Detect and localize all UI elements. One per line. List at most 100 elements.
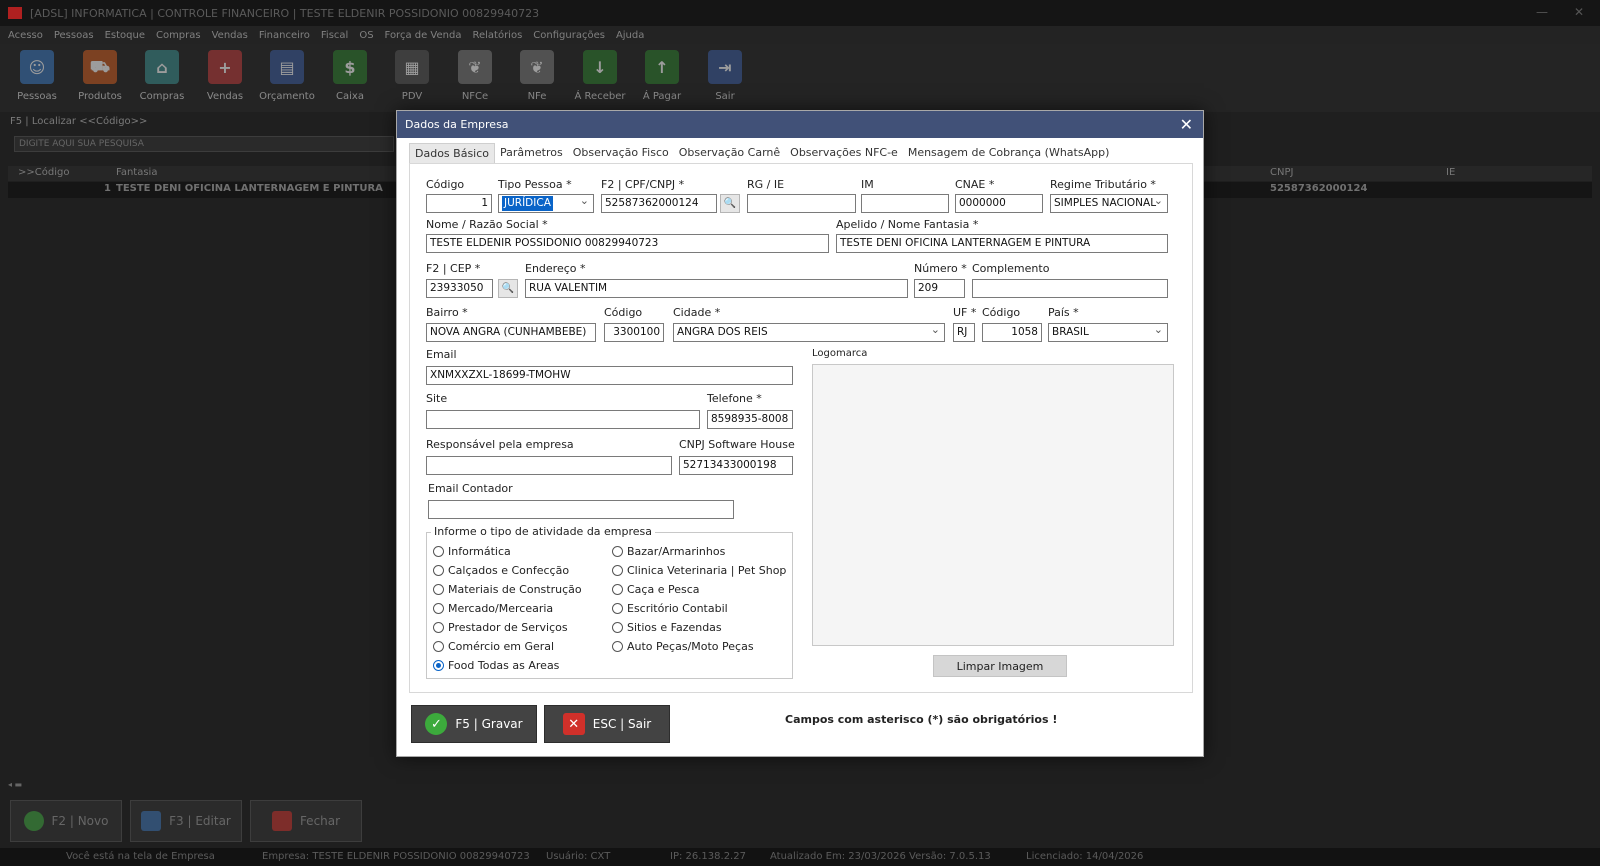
numero-field[interactable]: 209 (914, 279, 965, 298)
dialog-close-icon[interactable]: ✕ (1180, 115, 1193, 134)
dados-basico-panel: Código 1 Tipo Pessoa * JURÍDICA F2 | CPF… (409, 163, 1193, 693)
col-fantasia[interactable]: Fantasia (116, 167, 157, 178)
responsavel-field[interactable] (426, 456, 672, 475)
tab-parametros[interactable]: Parâmetros (495, 143, 568, 163)
radio-prestador[interactable]: Prestador de Serviços (433, 621, 568, 634)
col-cnpj[interactable]: CNPJ (1270, 167, 1293, 178)
cart-icon: ⛟ (83, 50, 117, 84)
radio-calcados[interactable]: Calçados e Confecção (433, 564, 569, 577)
toolbar-sair[interactable]: ⇥ Sair (694, 50, 756, 102)
uf-field[interactable]: RJ (953, 323, 975, 342)
radio-mercado[interactable]: Mercado/Mercearia (433, 602, 553, 615)
email-contador-field[interactable] (428, 500, 734, 519)
toolbar-pdv[interactable]: ▦ PDV (381, 50, 443, 102)
cnpj-software-field[interactable]: 52713433000198 (679, 456, 793, 475)
complemento-field[interactable] (972, 279, 1168, 298)
radio-sitios[interactable]: Sitios e Fazendas (612, 621, 722, 634)
toolbar-nfce[interactable]: ❦ NFCe (444, 50, 506, 102)
site-field[interactable] (426, 410, 700, 429)
tab-dados-basico[interactable]: Dados Básico (409, 143, 496, 163)
radio-veterinaria[interactable]: Clinica Veterinaria | Pet Shop (612, 564, 786, 577)
radio-comercio[interactable]: Comércio em Geral (433, 640, 554, 653)
menu-compras[interactable]: Compras (156, 30, 201, 41)
complemento-label: Complemento (972, 262, 1050, 275)
cidade-select[interactable]: ANGRA DOS REIS (673, 323, 945, 342)
tipo-pessoa-select[interactable]: JURÍDICA (498, 194, 594, 213)
sair-button[interactable]: ✕ ESC | Sair (544, 705, 670, 743)
cnae-field[interactable]: 0000000 (955, 194, 1043, 213)
dados-empresa-dialog: Dados da Empresa ✕ Dados Básico Parâmetr… (396, 110, 1204, 757)
toolbar-orcamento[interactable]: ▤ Orçamento (256, 50, 318, 102)
menu-vendas[interactable]: Vendas (212, 30, 248, 41)
app-title: [ADSL] INFORMATICA | CONTROLE FINANCEIRO… (30, 6, 540, 20)
required-note: Campos com asterisco (*) são obrigatório… (785, 713, 1058, 726)
search-input[interactable]: DIGITE AQUI SUA PESQUISA (14, 136, 394, 152)
novo-button[interactable]: F2 | Novo (10, 800, 122, 842)
menu-pessoas[interactable]: Pessoas (54, 30, 94, 41)
menu-acesso[interactable]: Acesso (8, 30, 43, 41)
endereco-field[interactable]: RUA VALENTIM (525, 279, 908, 298)
tab-observacoes-nfce[interactable]: Observações NFC-e (785, 143, 903, 163)
menu-forca-venda[interactable]: Força de Venda (385, 30, 462, 41)
numero-label: Número * (914, 262, 967, 275)
razao-social-field[interactable]: TESTE ELDENIR POSSIDONIO 00829940723 (426, 234, 829, 253)
toolbar-vendas[interactable]: + Vendas (194, 50, 256, 102)
toolbar-produtos[interactable]: ⛟ Produtos (69, 50, 131, 102)
radio-auto-pecas[interactable]: Auto Peças/Moto Peças (612, 640, 754, 653)
cpf-cnpj-field[interactable]: 52587362000124 (601, 194, 717, 213)
rg-ie-field[interactable] (747, 194, 856, 213)
horizontal-scrollbar[interactable]: ◂ ▬ (8, 780, 1592, 790)
radio-informatica[interactable]: Informática (433, 545, 511, 558)
editar-button[interactable]: F3 | Editar (130, 800, 242, 842)
codigo-pais-field[interactable]: 1058 (982, 323, 1042, 342)
toolbar-nfe[interactable]: ❦ NFe (506, 50, 568, 102)
tab-observacao-carne[interactable]: Observação Carnê (674, 143, 785, 163)
minimize-icon[interactable]: — (1536, 5, 1548, 19)
menu-relatorios[interactable]: Relatórios (472, 30, 522, 41)
codigo-field[interactable]: 1 (426, 194, 492, 213)
email-field[interactable]: XNMXXZXL-18699-TMOHW (426, 366, 793, 385)
pais-select[interactable]: BRASIL (1048, 323, 1168, 342)
email-label: Email (426, 348, 457, 361)
cnpj-search-icon[interactable]: 🔍 (720, 194, 740, 213)
check-icon (23, 811, 44, 831)
menu-ajuda[interactable]: Ajuda (616, 30, 644, 41)
toolbar-caixa[interactable]: $ Caixa (319, 50, 381, 102)
codigo-cidade-field[interactable]: 3300100 (604, 323, 664, 342)
menu-financeiro[interactable]: Financeiro (259, 30, 310, 41)
toolbar-a-pagar[interactable]: ↑ Á Pagar (631, 50, 693, 102)
fantasia-field[interactable]: TESTE DENI OFICINA LANTERNAGEM E PINTURA (836, 234, 1168, 253)
radio-bazar[interactable]: Bazar/Armarinhos (612, 545, 725, 558)
menu-fiscal[interactable]: Fiscal (321, 30, 348, 41)
radio-escritorio[interactable]: Escritório Contabil (612, 602, 728, 615)
telefone-field[interactable]: 8598935-8008 (707, 410, 793, 429)
menu-estoque[interactable]: Estoque (105, 30, 145, 41)
col-codigo[interactable]: >>Código (18, 167, 69, 178)
radio-caca-pesca[interactable]: Caça e Pesca (612, 583, 700, 596)
bairro-field[interactable]: NOVA ANGRA (CUNHAMBEBE) (426, 323, 596, 342)
dialog-title: Dados da Empresa (405, 118, 509, 131)
regime-select[interactable]: SIMPLES NACIONAL (1050, 194, 1168, 213)
fechar-button[interactable]: Fechar (250, 800, 362, 842)
radio-food[interactable]: Food Todas as Areas (433, 659, 559, 672)
menu-configuracoes[interactable]: Configurações (533, 30, 605, 41)
im-field[interactable] (861, 194, 949, 213)
col-ie[interactable]: IE (1446, 167, 1455, 178)
cnae-label: CNAE * (955, 178, 995, 191)
limpar-imagem-button[interactable]: Limpar Imagem (933, 655, 1067, 677)
toolbar-compras[interactable]: ⌂ Compras (131, 50, 193, 102)
tab-observacao-fisco[interactable]: Observação Fisco (568, 143, 674, 163)
pos-terminal-icon: ▦ (395, 50, 429, 84)
cep-search-icon[interactable]: 🔍 (498, 279, 518, 298)
toolbar-pessoas[interactable]: ☺ Pessoas (6, 50, 68, 102)
logomarca-image[interactable] (812, 364, 1174, 646)
cep-field[interactable]: 23933050 (426, 279, 493, 298)
gravar-button[interactable]: ✓ F5 | Gravar (411, 705, 537, 743)
menu-os[interactable]: OS (359, 30, 373, 41)
regime-label: Regime Tributário * (1050, 178, 1156, 191)
status-licenciado: Licenciado: 14/04/2026 (1026, 851, 1144, 862)
tab-mensagem-cobranca[interactable]: Mensagem de Cobrança (WhatsApp) (903, 143, 1115, 163)
close-window-icon[interactable]: ✕ (1574, 5, 1584, 19)
toolbar-a-receber[interactable]: ↓ Á Receber (569, 50, 631, 102)
radio-materiais[interactable]: Materiais de Construção (433, 583, 582, 596)
